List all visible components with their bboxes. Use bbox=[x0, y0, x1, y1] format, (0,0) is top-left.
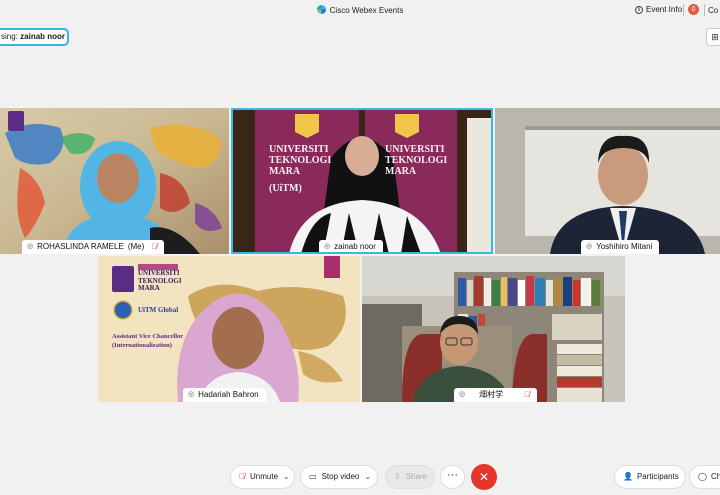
participants-icon: 👤 bbox=[623, 472, 633, 481]
speaking-prefix: sing: bbox=[1, 32, 18, 41]
muted-mic-icon: 🎙̸ bbox=[151, 242, 158, 251]
name-tag: ◎ Hadariah Bahron bbox=[183, 388, 266, 402]
topbar-divider-2 bbox=[704, 4, 705, 16]
stop-video-label: Stop video bbox=[321, 472, 360, 481]
name-tag: ◎ zainab noor bbox=[319, 240, 383, 254]
app-title-text: Cisco Webex Events bbox=[329, 6, 404, 15]
audio-icon: ◎ bbox=[188, 391, 195, 398]
chat-button[interactable]: ◯ Ch bbox=[689, 465, 720, 489]
unmute-button[interactable]: 🎙̸ Unmute ⌄ bbox=[230, 465, 295, 489]
banner-left-line1: UNIVERSITI bbox=[269, 144, 329, 155]
share-icon: ⇪ bbox=[394, 472, 401, 481]
close-icon: ✕ bbox=[478, 470, 490, 484]
video-tile-zainab[interactable]: UNIVERSITI TEKNOLOGI MARA (UiTM) UNIVERS… bbox=[231, 108, 493, 254]
muted-mic-icon: 🎙̸ bbox=[524, 390, 531, 399]
name-tag: ◎ ROHASLINDA RAMELE (Me) 🎙̸ bbox=[22, 240, 165, 254]
banner-left-line2: TEKNOLOGI bbox=[269, 155, 332, 166]
event-info-label: Event Info bbox=[646, 5, 683, 14]
participant-name: 畑村学 bbox=[479, 390, 504, 399]
uitm-logo-small bbox=[8, 111, 24, 131]
participants-label: Participants bbox=[636, 472, 679, 481]
hadariah-role-line2: (Internationalization) bbox=[112, 342, 172, 349]
info-icon: i bbox=[635, 5, 643, 14]
participant-name: ROHASLINDA RAMELE bbox=[37, 242, 124, 251]
name-tag: ◎ Yoshihiro Mitani bbox=[581, 240, 660, 254]
share-button[interactable]: ⇪ Share bbox=[385, 465, 435, 489]
video-tile-yoshihiro[interactable]: ◎ Yoshihiro Mitani bbox=[495, 108, 720, 254]
unmute-label: Unmute bbox=[250, 472, 279, 481]
office-background bbox=[495, 108, 720, 254]
webex-logo-icon bbox=[316, 5, 326, 14]
chevron-down-icon: ⌄ bbox=[364, 472, 372, 481]
recording-badge[interactable]: 0 bbox=[688, 4, 699, 15]
hadariah-role-line1: Assistant Vice Chancellor bbox=[112, 333, 184, 340]
participant-name: zainab noor bbox=[334, 242, 376, 251]
banner-left-line3: MARA bbox=[269, 166, 301, 177]
video-camera-icon: ▭ bbox=[309, 472, 317, 481]
topbar-chat-label[interactable]: Co bbox=[708, 6, 718, 15]
participants-button[interactable]: 👤 Participants bbox=[614, 465, 686, 489]
chevron-down-icon: ⌄ bbox=[283, 472, 290, 481]
event-info-button[interactable]: i Event Info bbox=[635, 5, 682, 14]
audio-icon: ◎ bbox=[586, 243, 593, 250]
hadariah-uni-text: UNIVERSITI TEKNOLOGI MARA bbox=[138, 269, 182, 293]
audio-icon: ◎ bbox=[324, 243, 331, 250]
hadariah-global-text: UiTM Global bbox=[138, 306, 179, 314]
hadariah-role-text: Assistant Vice Chancellor (International… bbox=[112, 332, 183, 350]
world-map-background bbox=[0, 108, 229, 254]
app-title: Cisco Webex Events bbox=[0, 5, 720, 15]
participant-name: Yoshihiro Mitani bbox=[596, 242, 653, 251]
banner-right-text: UNIVERSITI TEKNOLOGI MARA bbox=[385, 144, 447, 177]
more-options-button[interactable]: ··· bbox=[440, 465, 465, 489]
participant-name: Hadariah Bahron bbox=[198, 390, 259, 399]
audio-icon: ◎ bbox=[27, 243, 34, 250]
muted-mic-icon: 🎙̸ bbox=[239, 472, 245, 481]
title-bar: Cisco Webex Events i Event Info 0 Co bbox=[0, 0, 720, 22]
video-tile-hadariah[interactable]: UNIVERSITI TEKNOLOGI MARA UiTM Global As… bbox=[98, 256, 360, 402]
topbar-divider bbox=[683, 4, 684, 16]
video-tile-hatamura[interactable]: ◎ 畑村学 🎙̸ bbox=[362, 256, 625, 402]
grid-icon: ⊞ bbox=[711, 32, 719, 42]
name-tag: ◎ 畑村学 🎙̸ bbox=[454, 388, 538, 402]
banner-right-line1: UNIVERSITI bbox=[385, 144, 445, 155]
layout-grid-button[interactable]: ⊞ bbox=[706, 28, 720, 46]
speaking-name: zainab noor bbox=[20, 32, 66, 41]
audio-icon: ◎ bbox=[459, 391, 466, 398]
video-tile-rohaslinda[interactable]: ◎ ROHASLINDA RAMELE (Me) 🎙̸ bbox=[0, 108, 229, 254]
participant-me-suffix: (Me) bbox=[127, 242, 145, 251]
chat-icon: ◯ bbox=[698, 472, 707, 481]
banner-right-line3: MARA bbox=[385, 166, 417, 177]
leave-meeting-button[interactable]: ✕ bbox=[471, 464, 497, 490]
share-label: Share bbox=[405, 472, 428, 481]
stop-video-button[interactable]: ▭ Stop video ⌄ bbox=[300, 465, 378, 489]
chat-label: Ch bbox=[710, 472, 720, 481]
banner-left-line4: (UiTM) bbox=[269, 183, 302, 194]
speaking-indicator: sing: zainab noor bbox=[0, 28, 69, 46]
hadariah-uni-line3: MARA bbox=[138, 284, 160, 292]
bookshelf-background bbox=[362, 256, 625, 402]
banner-right-line2: TEKNOLOGI bbox=[385, 155, 448, 166]
meeting-controls: 🎙̸ Unmute ⌄ ▭ Stop video ⌄ ⇪ Share ··· ✕… bbox=[0, 460, 720, 495]
banner-left-text: UNIVERSITI TEKNOLOGI MARA (UiTM) bbox=[269, 144, 331, 194]
